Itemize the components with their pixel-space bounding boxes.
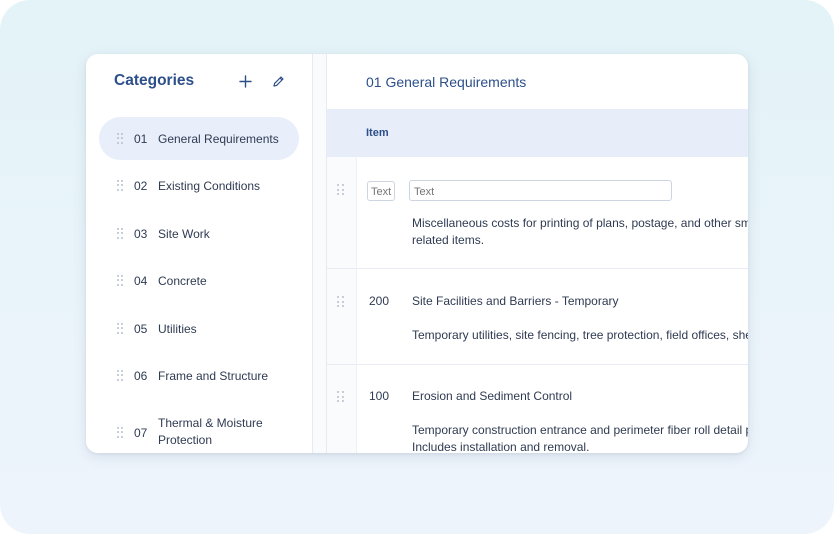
categories-card: Categories 01 General Requirements 02 Ex… [86,54,748,453]
drag-handle-icon[interactable] [117,180,124,191]
item-title: Erosion and Sediment Control [412,389,573,403]
item-code: 200 [369,294,390,308]
column-header-item: Item [366,127,389,139]
sidebar-item-general-requirements[interactable]: 01 General Requirements [99,117,299,160]
category-number: 03 [134,227,148,241]
panel-gutter [313,54,326,453]
item-title: Site Facilities and Barriers - Temporary [412,294,619,308]
drag-handle-icon[interactable] [117,275,124,286]
pencil-icon [272,75,284,87]
category-label: Frame and Structure [158,369,269,383]
category-label: General Requirements [158,132,279,146]
item-description-line: Temporary construction entrance and peri… [412,423,748,437]
row-handle-cell [327,269,357,364]
category-number: 05 [134,322,148,336]
item-description-line: related items. [412,233,485,247]
edit-categories-button[interactable] [269,72,287,90]
item-code-input[interactable] [367,181,395,201]
sidebar-title: Categories [114,72,195,89]
sidebar-item-site-work[interactable]: 03 Site Work [99,212,299,255]
sidebar-item-frame-and-structure[interactable]: 06 Frame and Structure [99,354,299,397]
table-row[interactable]: 200 Site Facilities and Barriers - Tempo… [327,269,748,365]
item-code: 100 [369,389,390,403]
sidebar-item-thermal-moisture[interactable]: 07 Thermal & Moisture Protection [99,405,299,453]
category-number: 07 [134,426,148,440]
panel-title: 01 General Requirements [366,74,527,90]
drag-handle-icon[interactable] [117,427,124,438]
category-number: 04 [134,274,148,288]
category-label: Utilities [158,322,197,336]
row-handle-cell [327,365,357,453]
sidebar-item-concrete[interactable]: 04 Concrete [99,259,299,302]
category-label: Site Work [158,227,210,241]
category-number: 06 [134,369,148,383]
sidebar-item-utilities[interactable]: 05 Utilities [99,307,299,350]
drag-handle-icon[interactable] [117,323,124,334]
add-category-button[interactable] [236,72,254,90]
row-handle-cell [327,157,357,268]
page-background: Categories 01 General Requirements 02 Ex… [0,0,834,534]
drag-handle-icon[interactable] [337,296,345,308]
table-row[interactable]: 100 Erosion and Sediment Control Tempora… [327,365,748,453]
sidebar-item-existing-conditions[interactable]: 02 Existing Conditions [99,164,299,207]
item-description-line: Temporary utilities, site fencing, tree … [412,328,748,342]
category-label: Existing Conditions [158,179,261,193]
category-detail-panel: 01 General Requirements Item Miscellaneo… [327,54,748,453]
table-header: Item [327,109,748,157]
item-description-line: Includes installation and removal. [412,440,590,453]
plus-icon [238,74,252,88]
categories-sidebar: Categories 01 General Requirements 02 Ex… [86,54,312,453]
category-label: Thermal & Moisture Protection [158,416,263,447]
drag-handle-icon[interactable] [337,391,345,403]
category-number: 01 [134,132,148,146]
item-title-input[interactable] [409,180,672,201]
category-number: 02 [134,179,148,193]
drag-handle-icon[interactable] [117,370,124,381]
item-description-line: Miscellaneous costs for printing of plan… [412,216,748,230]
category-label: Concrete [158,274,207,288]
drag-handle-icon[interactable] [117,133,124,144]
drag-handle-icon[interactable] [117,228,124,239]
table-row[interactable]: Miscellaneous costs for printing of plan… [327,157,748,269]
drag-handle-icon[interactable] [337,184,345,196]
